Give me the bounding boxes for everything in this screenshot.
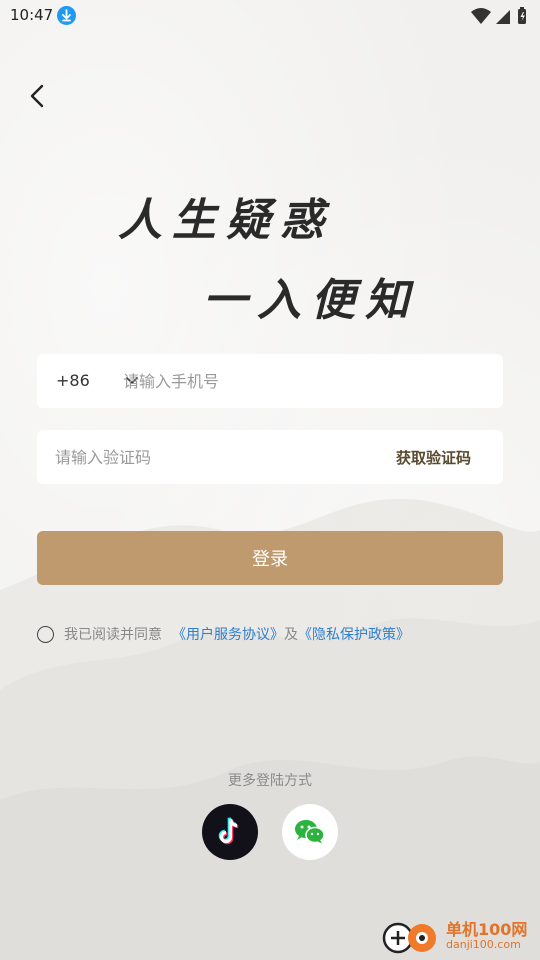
back-button[interactable] xyxy=(22,80,54,112)
login-button[interactable]: 登录 xyxy=(37,531,503,585)
watermark: 单机100网 danji100.com xyxy=(382,914,534,958)
get-code-button[interactable]: 获取验证码 xyxy=(396,447,471,468)
verification-code-input[interactable] xyxy=(55,440,355,474)
watermark-logo-icon xyxy=(382,922,436,954)
download-icon xyxy=(57,6,76,25)
signal-icon xyxy=(496,10,510,24)
chevron-left-icon xyxy=(30,84,44,108)
user-agreement-link[interactable]: 《用户服务协议》 xyxy=(172,624,284,644)
slogan-line-2: 一入便知 xyxy=(203,275,419,326)
wechat-icon xyxy=(295,820,325,844)
tiktok-login-button[interactable] xyxy=(202,804,258,860)
watermark-text: 单机100网 xyxy=(446,920,528,939)
battery-icon xyxy=(518,7,526,24)
phone-field: +86 xyxy=(37,354,503,408)
more-login-label: 更多登陆方式 xyxy=(228,773,312,789)
slogan-calligraphy: 人生疑惑 一入便知 xyxy=(0,170,540,330)
slogan-line-1: 人生疑惑 xyxy=(118,195,334,246)
watermark-url: danji100.com xyxy=(446,938,521,951)
tiktok-icon xyxy=(218,817,239,845)
status-bar: 10:47 xyxy=(0,0,540,32)
status-icons xyxy=(471,7,526,24)
country-code-selector[interactable]: +86 xyxy=(56,371,90,390)
wifi-icon xyxy=(471,8,491,24)
agreement-and: 及 xyxy=(284,627,298,643)
agreement-row: 我已阅读并同意 《用户服务协议》 及 《隐私保护政策》 xyxy=(37,624,410,644)
phone-input[interactable] xyxy=(123,364,483,398)
status-time: 10:47 xyxy=(10,6,54,24)
agreement-prefix: 我已阅读并同意 xyxy=(64,627,162,643)
code-field: 获取验证码 xyxy=(37,430,503,484)
agreement-checkbox[interactable] xyxy=(37,625,54,643)
privacy-policy-link[interactable]: 《隐私保护政策》 xyxy=(298,624,410,644)
wechat-login-button[interactable] xyxy=(282,804,338,860)
